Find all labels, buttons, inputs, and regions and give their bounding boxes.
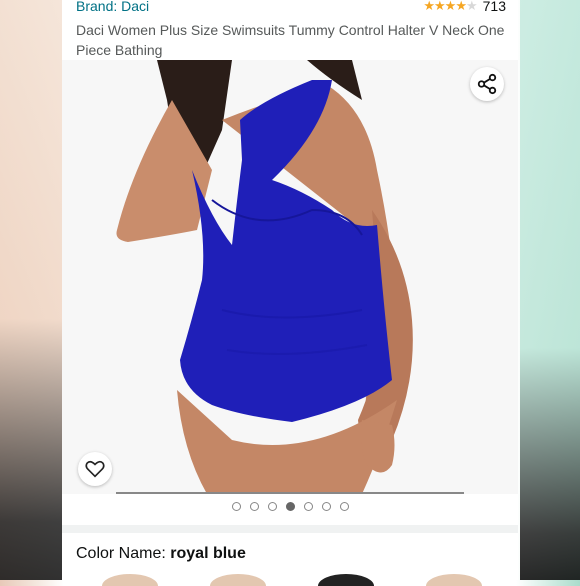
product-title: Daci Women Plus Size Swimsuits Tummy Con… xyxy=(76,22,505,58)
color-swatch[interactable] xyxy=(102,574,158,586)
image-scroll-track xyxy=(116,492,464,494)
background-left xyxy=(0,0,62,580)
color-name-value: royal blue xyxy=(170,545,246,562)
color-swatch-row[interactable] xyxy=(102,574,482,586)
color-swatch[interactable] xyxy=(318,574,374,586)
color-name-label: Color Name: xyxy=(76,545,166,562)
product-image[interactable] xyxy=(62,60,518,494)
brand-link[interactable]: Brand: Daci xyxy=(76,0,149,14)
pagination-dot[interactable] xyxy=(249,502,259,511)
model-photo xyxy=(62,60,518,494)
pagination-dot[interactable] xyxy=(267,502,277,511)
color-swatch[interactable] xyxy=(426,574,482,586)
heart-outline-icon xyxy=(85,460,105,478)
rating[interactable]: ★★★★★ 713 xyxy=(423,0,506,14)
pagination-dot[interactable] xyxy=(285,502,295,511)
color-swatch[interactable] xyxy=(210,574,266,586)
pagination-dot[interactable] xyxy=(339,502,349,511)
pagination-dot[interactable] xyxy=(321,502,331,511)
star-rating-icon: ★★★★★ xyxy=(423,0,477,13)
share-icon xyxy=(477,73,497,95)
product-card: Brand: Daci ★★★★★ 713 Daci Women Plus Si… xyxy=(62,0,518,586)
background-right xyxy=(520,0,580,580)
wishlist-button[interactable] xyxy=(78,452,112,486)
section-divider xyxy=(62,525,518,533)
image-pagination xyxy=(62,502,518,511)
color-name-row: Color Name: royal blue xyxy=(76,545,246,563)
pagination-dot[interactable] xyxy=(231,502,241,511)
rating-count: 713 xyxy=(482,0,506,14)
pagination-dot[interactable] xyxy=(303,502,313,511)
share-button[interactable] xyxy=(470,67,504,101)
